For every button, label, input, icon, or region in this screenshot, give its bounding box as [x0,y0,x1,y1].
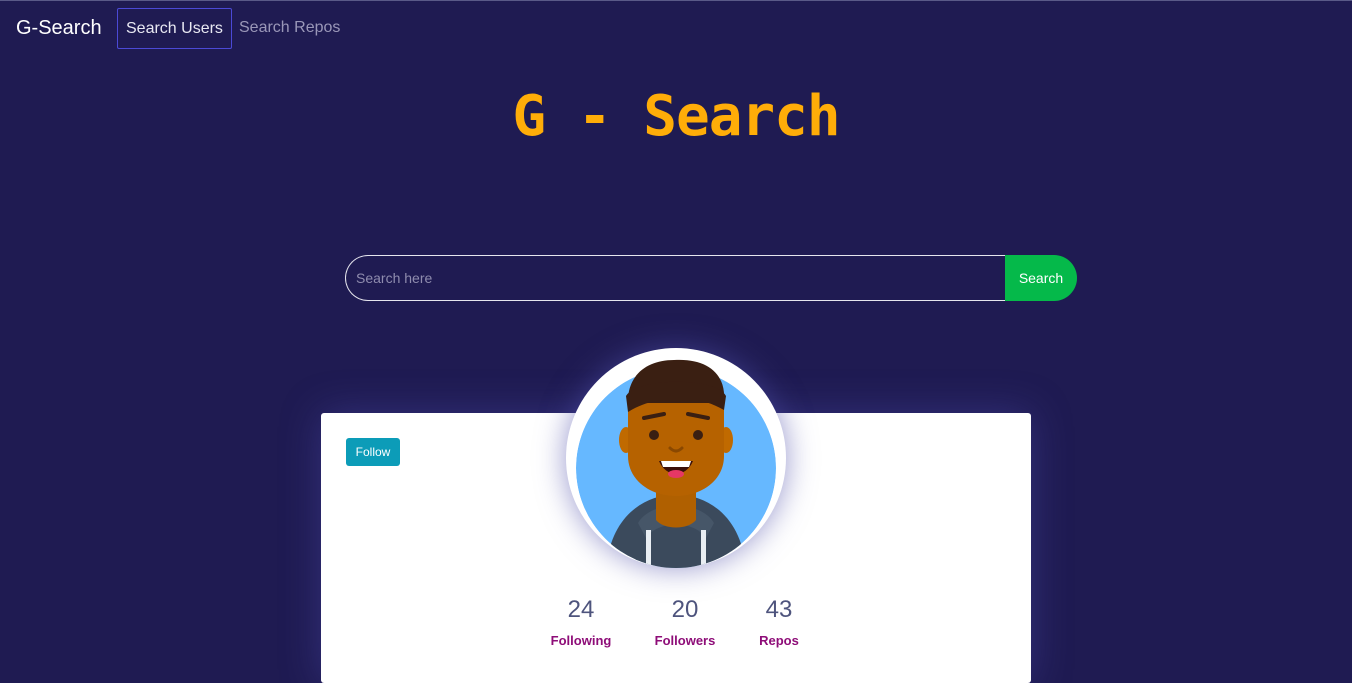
follow-button[interactable]: Follow [346,438,400,466]
followers-label: Followers [654,633,716,648]
avatar [576,359,776,568]
nav-search-users[interactable]: Search Users [117,8,232,49]
nav-search-repos[interactable]: Search Repos [231,8,348,49]
brand-logo[interactable]: G-Search [16,17,102,40]
page-title: G - Search [512,84,840,149]
search-input[interactable] [345,255,1005,301]
search-bar: Search [345,255,1077,301]
search-button[interactable]: Search [1005,255,1077,301]
following-count: 24 [567,596,595,623]
navbar: G-Search Search Users Search Repos [0,0,1352,57]
repos-label: Repos [759,633,799,648]
followers-count: 20 [671,596,699,623]
following-label: Following [550,633,612,648]
repos-count: 43 [765,596,793,623]
